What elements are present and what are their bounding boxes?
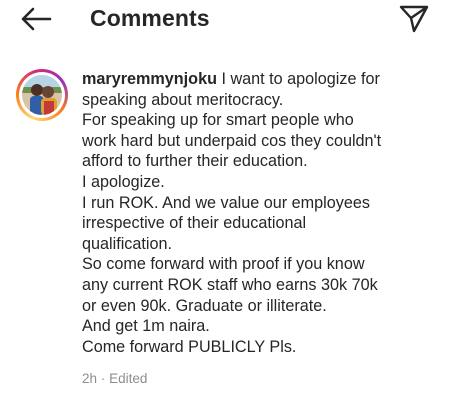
comment-meta: 2h · Edited bbox=[82, 371, 147, 387]
comment-text: maryremmynjoku I want to apologize for s… bbox=[82, 69, 442, 357]
comment-line: afford to further their education. bbox=[82, 152, 308, 171]
comment-line: or even 90k. Graduate or illiterate. bbox=[82, 296, 327, 315]
comment-line: Come forward PUBLICLY Pls. bbox=[82, 337, 297, 356]
comment-line: So come forward with proof if you know bbox=[82, 255, 365, 274]
avatar[interactable] bbox=[16, 69, 68, 121]
paper-plane-icon bbox=[399, 5, 429, 33]
comment-username[interactable]: maryremmynjoku bbox=[82, 70, 217, 88]
comment-line: work hard but underpaid cos they couldn'… bbox=[82, 131, 382, 150]
meta-separator: · bbox=[100, 371, 106, 386]
comment-line: speaking about meritocracy. bbox=[82, 90, 284, 109]
comments-header: Comments bbox=[0, 0, 454, 40]
comment-line: I run ROK. And we value our employees bbox=[82, 193, 370, 212]
comment-line: I apologize. bbox=[82, 172, 165, 191]
comment-line: irrespective of their educational bbox=[82, 214, 307, 233]
comment-first-line: maryremmynjoku I want to apologize for bbox=[82, 69, 442, 90]
comment-timestamp: 2h bbox=[82, 371, 98, 386]
arrow-left-icon bbox=[21, 7, 52, 31]
edited-label: Edited bbox=[109, 371, 148, 386]
back-button[interactable] bbox=[16, 4, 56, 34]
avatar-image bbox=[22, 75, 62, 115]
comment-line: any current ROK staff who earns 30k 70k bbox=[82, 275, 378, 294]
comment-line: And get 1m naira. bbox=[82, 317, 210, 336]
avatar-ring-gap bbox=[19, 72, 65, 118]
avatar-photo bbox=[22, 75, 62, 115]
share-button[interactable] bbox=[396, 3, 432, 35]
comment-line: For speaking up for smart people who bbox=[82, 111, 354, 130]
page-title: Comments bbox=[90, 5, 210, 31]
comment-line: qualification. bbox=[82, 234, 172, 253]
comment-line: I want to apologize for bbox=[221, 70, 380, 88]
